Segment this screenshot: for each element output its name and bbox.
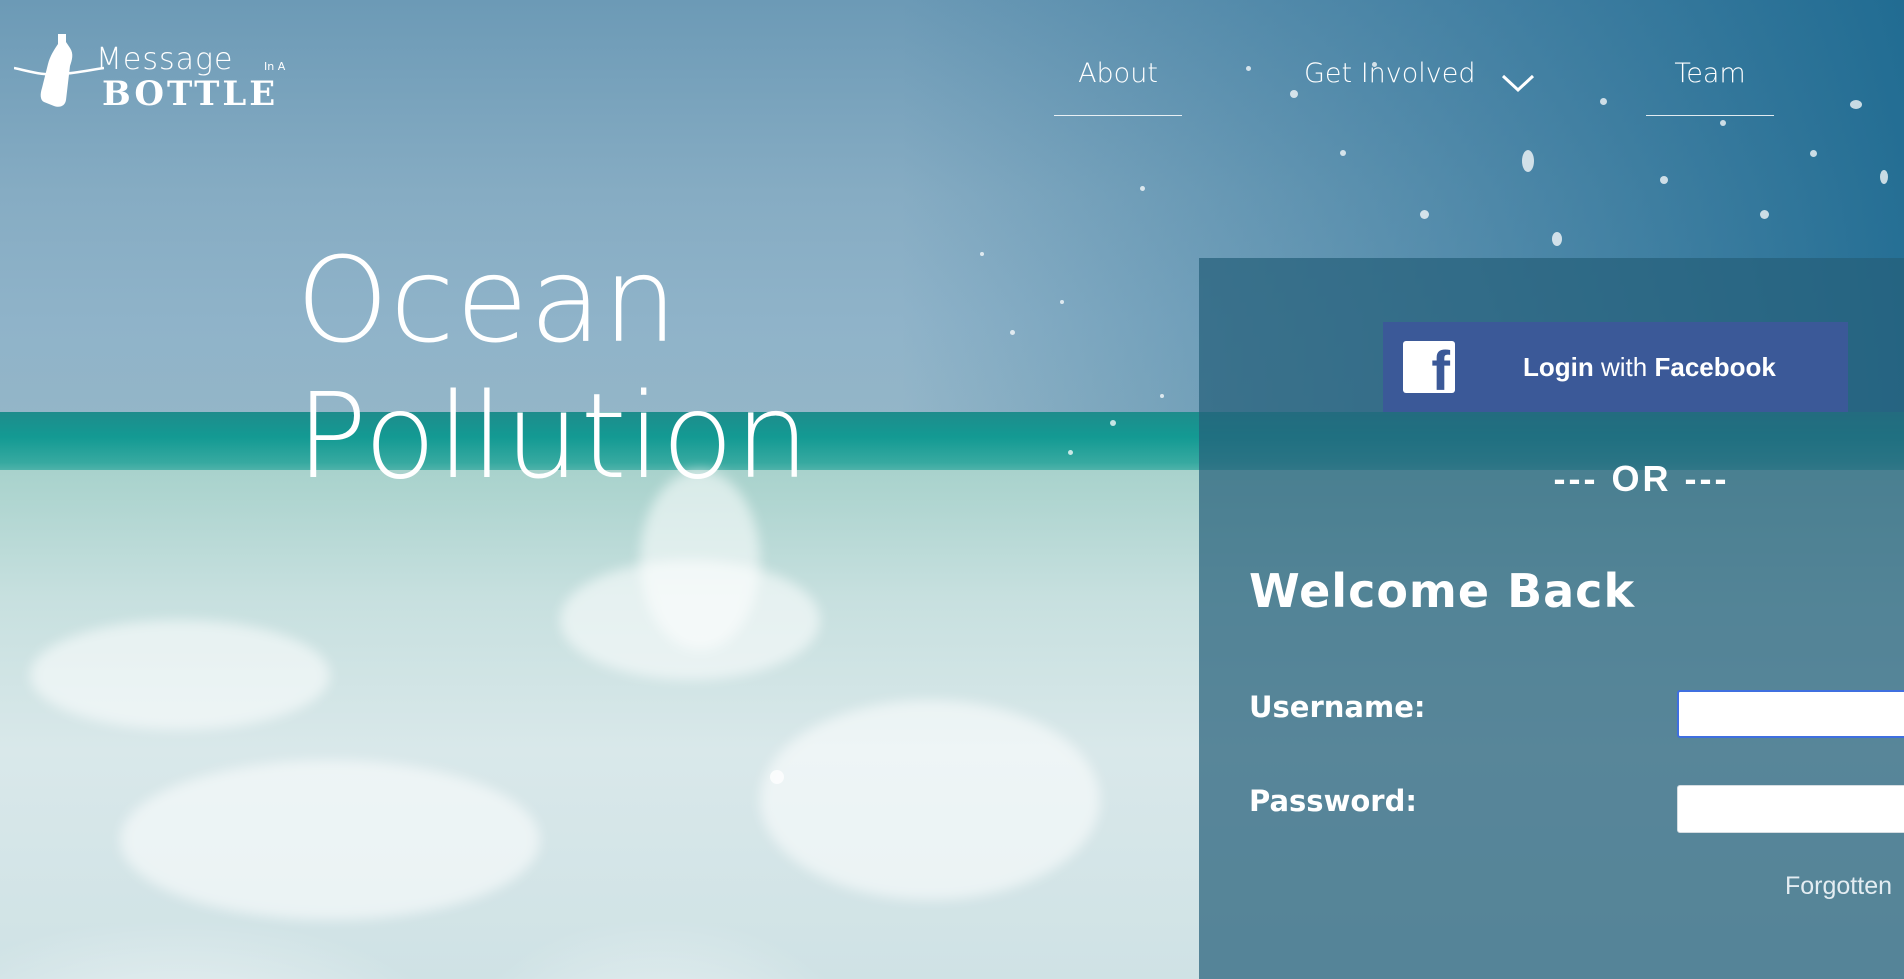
password-label: Password: — [1249, 784, 1417, 818]
foam-splash — [760, 700, 1100, 900]
or-divider: --- OR --- — [1553, 458, 1730, 499]
chevron-down-icon — [1501, 74, 1535, 93]
forgotten-password-link[interactable]: Forgotten — [1785, 872, 1892, 901]
water-droplet — [1720, 120, 1726, 126]
water-droplet — [1522, 150, 1534, 172]
water-droplet — [1010, 330, 1015, 335]
water-droplet — [980, 252, 984, 256]
facebook-icon: f — [1403, 341, 1455, 399]
water-droplet — [1552, 232, 1562, 246]
water-droplet — [1110, 420, 1116, 426]
nav-about-label: About — [1078, 58, 1158, 89]
nav-team-label: Team — [1674, 58, 1746, 89]
hero-title-line-2: Pollution — [296, 367, 811, 505]
nav-underline — [1054, 115, 1182, 116]
password-input[interactable] — [1677, 785, 1904, 833]
welcome-heading: Welcome Back — [1249, 564, 1636, 618]
water-droplet — [1760, 210, 1769, 219]
water-droplet — [1850, 100, 1862, 109]
nav-underline — [1646, 115, 1774, 116]
water-droplet — [1340, 150, 1346, 156]
water-droplet — [1140, 186, 1145, 191]
username-label: Username: — [1249, 690, 1426, 724]
nav-about-link[interactable]: About — [1054, 58, 1182, 118]
facebook-button-label: Login with Facebook — [1523, 352, 1776, 383]
water-droplet — [1160, 394, 1164, 398]
water-droplet — [770, 770, 784, 784]
water-droplet — [1246, 66, 1251, 71]
water-droplet — [1068, 450, 1073, 455]
hero-title-line-1: Ocean — [296, 231, 679, 369]
logo-text-bottle: BOTTLE — [102, 74, 279, 114]
login-panel: f Login with Facebook --- OR --- Welcome… — [1199, 258, 1904, 979]
water-droplet — [1600, 98, 1607, 105]
water-droplet — [1290, 90, 1298, 98]
nav-get-involved-dropdown[interactable]: Get Involved — [1304, 58, 1544, 118]
bottle-icon — [14, 34, 104, 107]
water-droplet — [1420, 210, 1429, 219]
logo-text-in-a: In A — [264, 60, 286, 73]
water-droplet — [1660, 176, 1668, 184]
nav-team-link[interactable]: Team — [1646, 58, 1774, 118]
hero-title: Ocean Pollution — [296, 232, 916, 504]
facebook-label-with: with — [1601, 352, 1648, 382]
foam-splash — [120, 760, 540, 920]
facebook-label-login: Login — [1523, 352, 1594, 382]
water-droplet — [1810, 150, 1817, 157]
nav-get-involved-label: Get Involved — [1304, 58, 1476, 89]
site-logo[interactable]: Message In A BOTTLE — [14, 30, 294, 116]
logo-text-message: Message — [96, 42, 234, 77]
foam-splash — [560, 560, 820, 680]
foam-splash — [30, 620, 330, 730]
water-droplet — [1060, 300, 1064, 304]
username-input[interactable] — [1677, 690, 1904, 738]
login-with-facebook-button[interactable]: f Login with Facebook — [1383, 322, 1848, 412]
facebook-label-facebook: Facebook — [1654, 352, 1776, 382]
water-droplet — [1880, 170, 1888, 184]
